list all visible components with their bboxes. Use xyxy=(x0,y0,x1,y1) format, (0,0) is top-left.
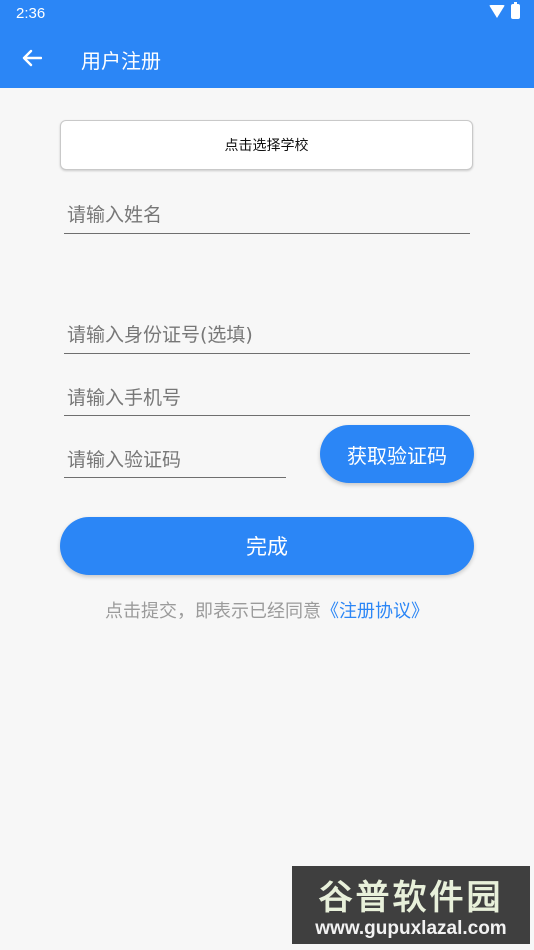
verification-code-input[interactable]: 请输入验证码 xyxy=(64,445,286,478)
watermark-logo: 谷普软件园 www.gupuxlazal.com xyxy=(292,866,530,944)
agreement-link[interactable]: 《注册协议》 xyxy=(321,601,429,622)
app-bar: 2:36 用户注册 xyxy=(0,0,534,88)
id-card-input[interactable]: 请输入身份证号(选填) xyxy=(64,320,470,354)
get-code-button[interactable]: 获取验证码 xyxy=(320,425,474,483)
back-button[interactable] xyxy=(20,44,44,72)
watermark-title: 谷普软件园 xyxy=(318,878,504,918)
wifi-icon xyxy=(489,5,505,18)
watermark-url: www.gupuxlazal.com xyxy=(315,918,507,939)
battery-icon xyxy=(511,2,520,19)
status-time: 2:36 xyxy=(16,5,46,22)
page-title: 用户注册 xyxy=(81,49,161,73)
select-school-button[interactable]: 点击选择学校 xyxy=(60,120,473,170)
agreement-line: 点击提交，即表示已经同意《注册协议》 xyxy=(0,597,534,623)
arrow-left-icon xyxy=(22,49,42,67)
agreement-text: 点击提交，即表示已经同意 xyxy=(105,601,321,622)
submit-button[interactable]: 完成 xyxy=(60,517,474,575)
phone-input[interactable]: 请输入手机号 xyxy=(64,383,470,416)
name-input[interactable]: 请输入姓名 xyxy=(64,200,470,234)
status-icons xyxy=(489,2,520,19)
